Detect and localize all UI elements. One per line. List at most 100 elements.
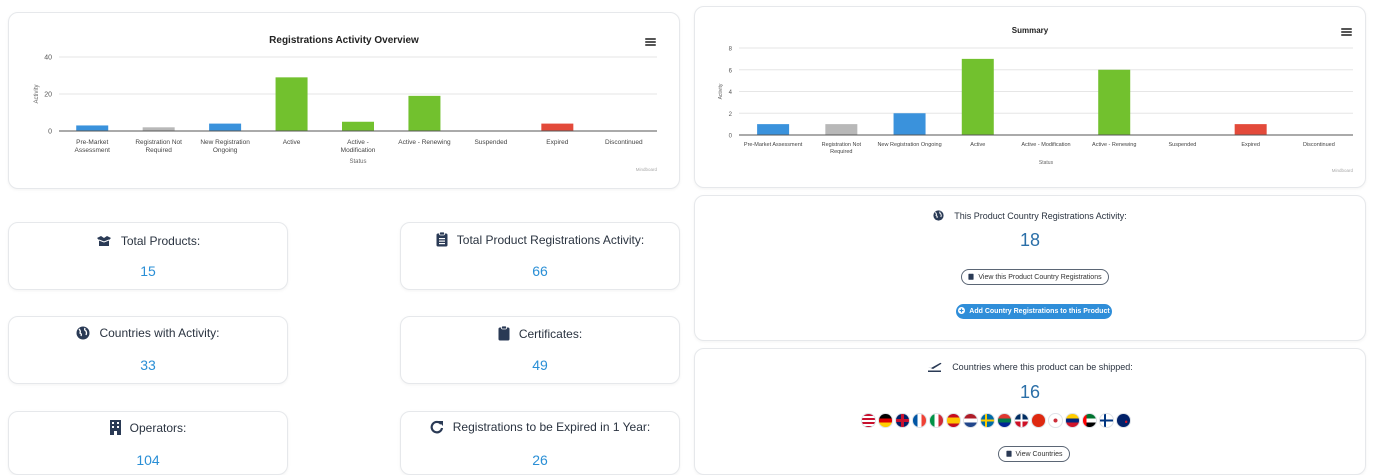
x-axis-title: Status [349, 159, 366, 165]
globe-icon [933, 210, 944, 221]
plus-circle-icon [958, 307, 966, 316]
redo-icon [430, 420, 444, 434]
operators-value: 104 [136, 452, 160, 468]
clipboard-icon [1005, 450, 1012, 459]
x-tick-label: Active - Renewing [398, 139, 451, 146]
view-product-country-registrations-label: View this Product Country Registrations [978, 273, 1102, 281]
shipping-label: Countries where this product can be ship… [952, 361, 1133, 372]
bar [142, 127, 175, 131]
view-product-country-registrations-button[interactable]: View this Product Country Registrations [961, 269, 1109, 285]
x-tick-label: Expired [1241, 142, 1260, 148]
x-tick-label: Expired [546, 139, 568, 146]
flag-sweden-icon [980, 413, 995, 428]
total-products-label: Total Products: [120, 234, 201, 248]
x-tick-label: Pre-Market Assessment [744, 142, 803, 148]
x-tick-label: Registration Not Required [822, 142, 862, 155]
certificates-label: Certificates: [518, 326, 583, 341]
flag-spain-icon [946, 413, 961, 428]
certificates-value: 49 [532, 357, 548, 373]
y-tick-label: 0 [48, 129, 52, 136]
shipping-value: 16 [1019, 382, 1041, 402]
product-country-value: 18 [1019, 230, 1041, 250]
summary-bar-chart: 0 2 4 6 8 Activity Pre-Market Assessment Regist… [718, 47, 1354, 174]
countries-activity-card: Countries with Activity: 33 [8, 316, 288, 384]
total-products-card: Total Products: 15 [8, 222, 288, 290]
bar [825, 124, 858, 135]
boxes-icon [96, 235, 112, 247]
y-tick-label: 2 [729, 112, 733, 118]
y-tick-label: 0 [729, 134, 733, 140]
bar [757, 124, 790, 135]
bar [961, 58, 994, 135]
expiring-card: Registrations to be Expired in 1 Year: 2… [400, 411, 680, 475]
operators-label: Operators: [129, 420, 187, 435]
flag-united-states-icon [861, 413, 876, 428]
chart-credit: Mindboard [1332, 168, 1354, 173]
view-countries-button[interactable]: View Countries [998, 446, 1070, 462]
countries-activity-label: Countries with Activity: [99, 326, 220, 340]
countries-activity-value: 33 [140, 357, 156, 373]
expiring-label: Registrations to be Expired in 1 Year: [452, 420, 651, 434]
x-tick-label: Active [283, 139, 301, 146]
x-tick-label: New Registration Ongoing [200, 139, 250, 154]
flag-new-zealand-icon [1116, 413, 1131, 428]
bar [275, 77, 308, 131]
flag-italy-icon [929, 413, 944, 428]
x-tick-label: Discontinued [1303, 142, 1335, 148]
plane-departure-icon [927, 361, 942, 372]
x-tick-label: New Registration Ongoing [877, 142, 941, 148]
bar [1234, 124, 1267, 135]
registrations-bar-chart: 0 20 40 Activity Pre-Market Assessment Registr… [34, 55, 658, 173]
bar [342, 121, 374, 131]
y-axis-title: Activity [718, 83, 724, 99]
bar [893, 113, 926, 135]
clipboard-icon [498, 326, 510, 341]
bar [408, 95, 441, 131]
y-tick-label: 8 [729, 47, 733, 53]
bar [76, 125, 109, 131]
flag-france-icon [912, 413, 927, 428]
globe-icon [76, 326, 90, 340]
x-tick-label: Discontinued [605, 139, 643, 146]
chart-credit: Mindboard [636, 167, 658, 172]
y-tick-label: 40 [44, 55, 52, 62]
certificates-card: Certificates: 49 [400, 316, 680, 384]
flag-finland-icon [1099, 413, 1114, 428]
x-tick-label: Suspended [1169, 142, 1197, 148]
x-tick-label: Suspended [474, 139, 507, 146]
flag-united-arab-emirates-icon [1082, 413, 1097, 428]
bar [541, 123, 574, 131]
country-flags-list [861, 413, 1131, 428]
x-tick-label: Active [970, 142, 985, 148]
product-country-card: This Product Country Registrations Activ… [694, 195, 1366, 341]
flag-venezuela-icon [1065, 413, 1080, 428]
clipboard-icon [968, 273, 974, 282]
flag-united-kingdom-icon [895, 413, 910, 428]
total-registrations-card: Total Product Registrations Activity: 66 [400, 222, 680, 290]
add-country-registrations-button[interactable]: Add Country Registrations to this Produc… [956, 304, 1112, 319]
registrations-chart-card: Registrations Activity Overview 0 20 40 Act… [8, 12, 680, 189]
x-tick-label: Active -Modification [341, 139, 376, 154]
total-registrations-value: 66 [532, 263, 548, 279]
y-tick-label: 20 [44, 92, 52, 99]
x-tick-label: Registration Not Required [135, 139, 182, 154]
total-registrations-label: Total Product Registrations Activity: [456, 232, 645, 247]
y-tick-label: 6 [729, 68, 733, 74]
flag-south-africa-icon [997, 413, 1012, 428]
product-country-label: This Product Country Registrations Activ… [954, 210, 1127, 221]
shipping-countries-card: Countries where this product can be ship… [694, 348, 1366, 475]
x-axis-title: Status [1039, 160, 1054, 166]
bar [209, 123, 242, 131]
y-axis-title: Activity [34, 84, 40, 103]
x-tick-label: Pre-Market Assessment [75, 139, 111, 154]
flag-south-korea-icon [1048, 413, 1063, 428]
x-tick-label: Active - Modification [1021, 142, 1070, 148]
flag-netherlands-icon [963, 413, 978, 428]
x-tick-label: Active - Renewing [1092, 142, 1136, 148]
operators-card: Operators: 104 [8, 411, 288, 475]
clipboard-list-icon [436, 232, 448, 247]
view-countries-label: View Countries [1015, 450, 1063, 458]
flag-dominican-republic-icon [1014, 413, 1029, 428]
summary-chart-card: Summary 0 2 4 6 8 Activity Pre-Market Assessme… [694, 6, 1366, 188]
bar [1098, 69, 1131, 135]
